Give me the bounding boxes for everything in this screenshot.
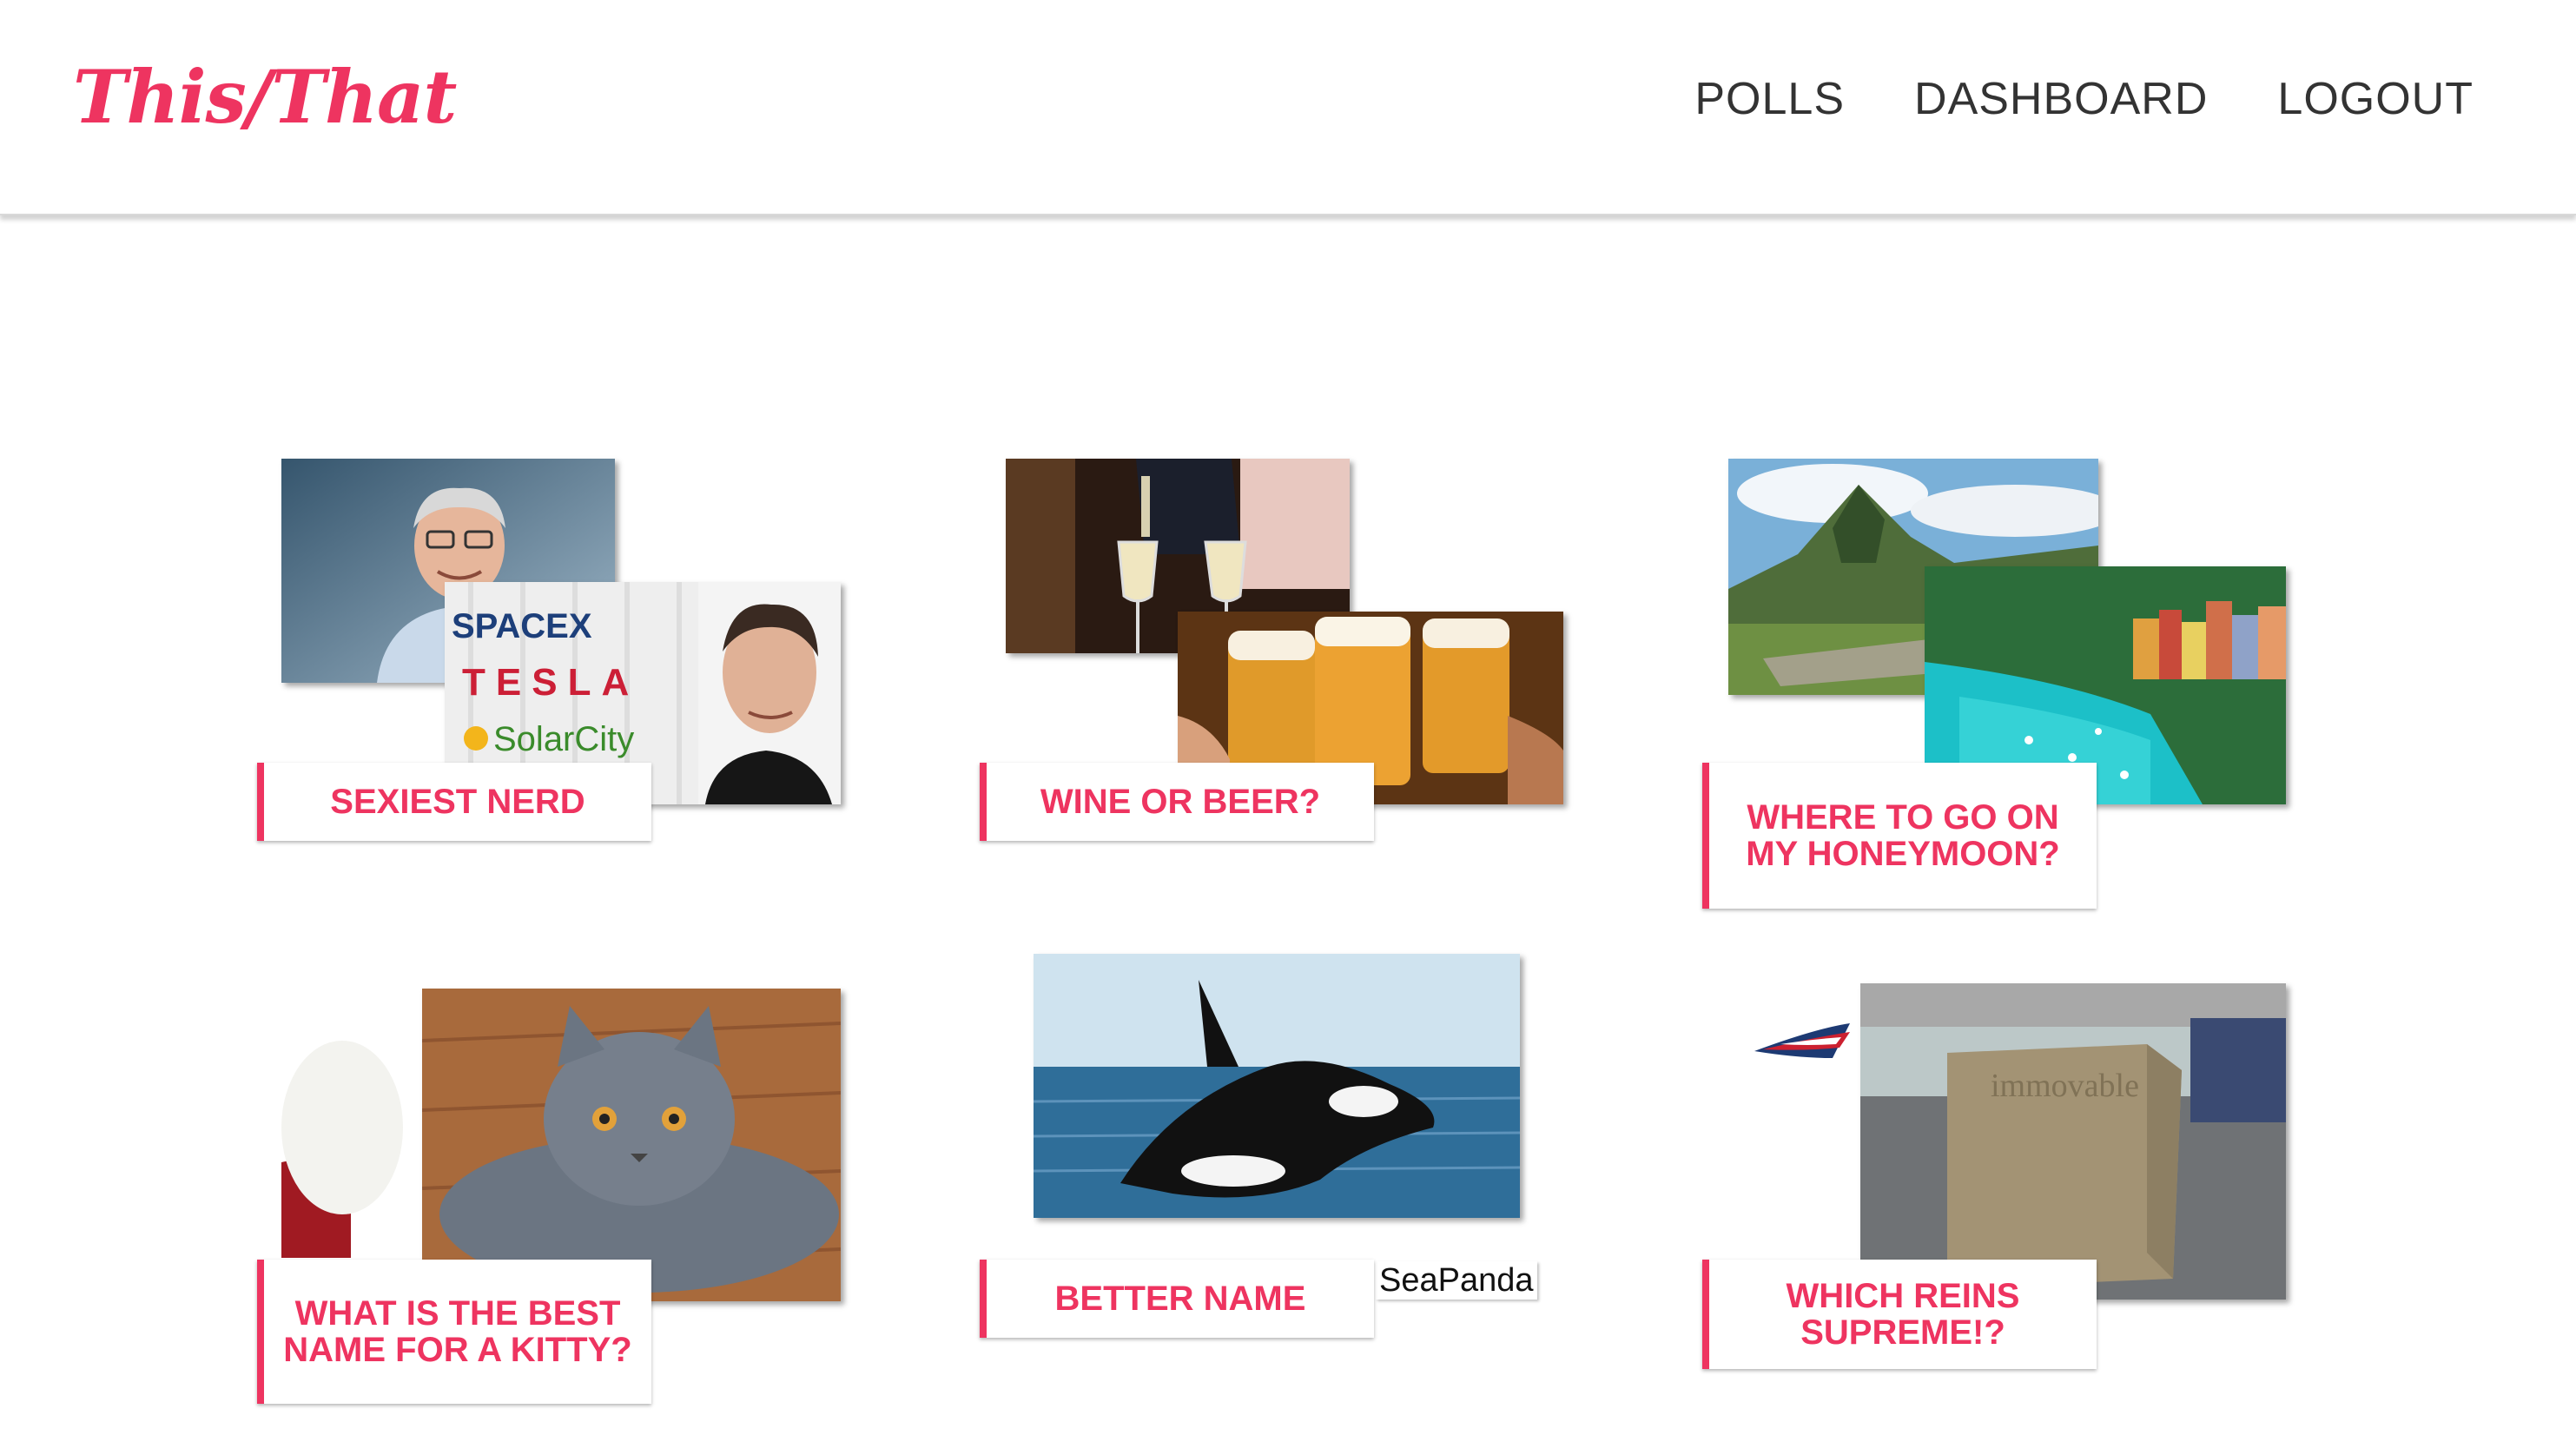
poll-image-orca: [1034, 954, 1520, 1218]
poll-card-better-name[interactable]: BETTER NAME SeaPanda: [980, 954, 1622, 1440]
poll-title-label[interactable]: SEXIEST NERD: [257, 763, 651, 841]
spacex-text: SPACEX: [452, 607, 592, 645]
site-logo[interactable]: This/That: [73, 54, 457, 140]
engraving-text: immovable: [1991, 1068, 2139, 1104]
poll-card-kitty-name[interactable]: WHAT IS THE BEST NAME FOR A KITTY?: [257, 954, 900, 1440]
tesla-text: TESLA: [462, 661, 639, 704]
main-nav: POLLS DASHBOARD LOGOUT: [1694, 73, 2474, 125]
solarcity-text: SolarCity: [493, 720, 634, 758]
poll-title-label[interactable]: WHERE TO GO ON MY HONEYMOON?: [1702, 763, 2097, 909]
poll-card-wine-or-beer[interactable]: WINE OR BEER?: [980, 459, 1622, 945]
poll-title-label[interactable]: BETTER NAME: [980, 1260, 1374, 1338]
poll-image-immovable-block: immovable: [1860, 983, 2286, 1300]
nav-logout[interactable]: LOGOUT: [2277, 73, 2474, 125]
poll-image-grey-cat: [422, 989, 841, 1301]
top-navbar: This/That POLLS DASHBOARD LOGOUT: [0, 0, 2576, 215]
poll-card-sexiest-nerd[interactable]: SPACEX TESLA SolarCity SEXIEST NERD: [257, 459, 900, 945]
poll-title-label[interactable]: WHAT IS THE BEST NAME FOR A KITTY?: [257, 1260, 651, 1404]
poll-card-honeymoon[interactable]: WHERE TO GO ON MY HONEYMOON?: [1702, 459, 2345, 945]
nav-polls[interactable]: POLLS: [1694, 73, 1845, 125]
nav-dashboard[interactable]: DASHBOARD: [1914, 73, 2208, 125]
poll-card-reins-supreme[interactable]: immovable WHICH REINS SUPREME!?: [1702, 954, 2345, 1440]
poll-title-label[interactable]: WHICH REINS SUPREME!?: [1702, 1260, 2097, 1369]
poll-title-label[interactable]: WINE OR BEER?: [980, 763, 1374, 841]
poll-option-caption: SeaPanda: [1376, 1261, 1537, 1300]
